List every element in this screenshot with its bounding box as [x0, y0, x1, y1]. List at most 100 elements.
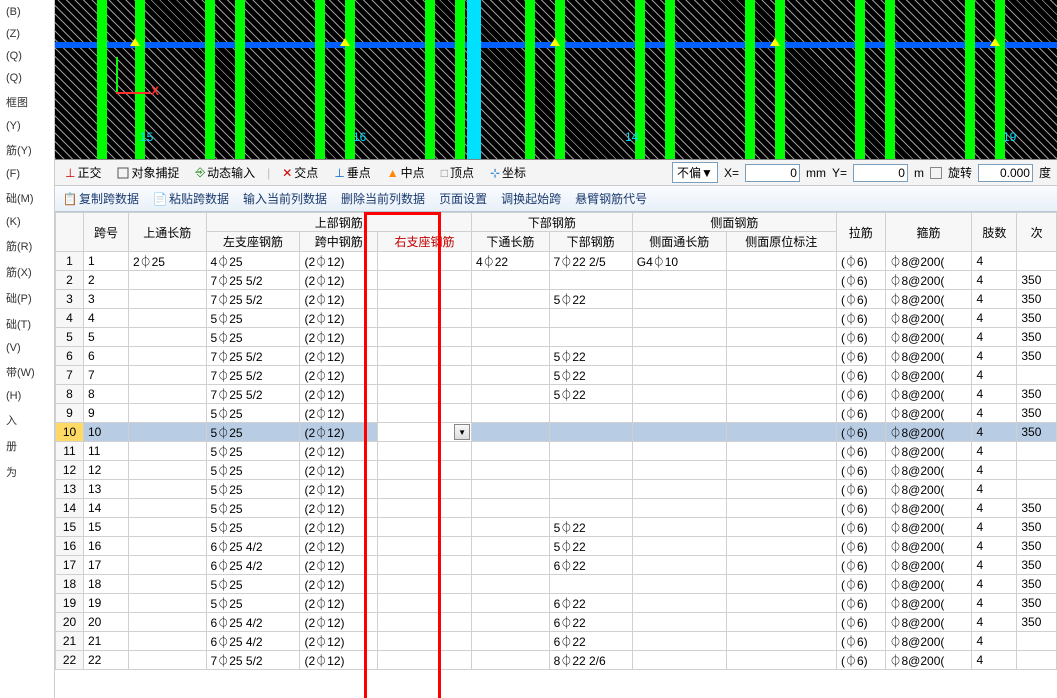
- left-panel-item[interactable]: 框图: [2, 92, 52, 112]
- col-side-thru[interactable]: 侧面通长筋: [632, 232, 726, 252]
- table-cell[interactable]: 4: [972, 480, 1017, 499]
- table-cell[interactable]: 9: [56, 404, 84, 423]
- table-row[interactable]: 16166⏀25 4/2(2⏀12)5⏀22(⏀6)⏀8@200(4350: [56, 537, 1057, 556]
- table-cell[interactable]: 5⏀25: [206, 328, 300, 347]
- table-cell[interactable]: (⏀6): [836, 366, 885, 385]
- table-row[interactable]: 445⏀25(2⏀12)(⏀6)⏀8@200(4350: [56, 309, 1057, 328]
- table-cell[interactable]: 16: [56, 537, 84, 556]
- table-cell[interactable]: [378, 651, 472, 670]
- table-cell[interactable]: 7⏀25 5/2: [206, 385, 300, 404]
- table-cell[interactable]: [128, 290, 206, 309]
- table-cell[interactable]: (2⏀12): [300, 518, 378, 537]
- table-cell[interactable]: 11: [56, 442, 84, 461]
- table-cell[interactable]: [472, 271, 550, 290]
- table-cell[interactable]: [632, 575, 726, 594]
- table-cell[interactable]: [378, 252, 472, 271]
- table-cell[interactable]: 11: [84, 442, 129, 461]
- table-cell[interactable]: (⏀6): [836, 385, 885, 404]
- table-cell[interactable]: ⏀8@200(: [885, 309, 972, 328]
- table-cell[interactable]: 5⏀25: [206, 423, 300, 442]
- table-cell[interactable]: ⏀8@200(: [885, 366, 972, 385]
- left-panel-item[interactable]: 筋(X): [2, 262, 52, 282]
- table-cell[interactable]: [726, 499, 836, 518]
- table-cell[interactable]: 7: [84, 366, 129, 385]
- table-cell[interactable]: ⏀8@200(: [885, 613, 972, 632]
- table-row[interactable]: 14145⏀25(2⏀12)(⏀6)⏀8@200(4350: [56, 499, 1057, 518]
- col-mid-span[interactable]: 跨中钢筋: [300, 232, 378, 252]
- offset-mode[interactable]: 不偏▼: [672, 162, 718, 183]
- left-panel-item[interactable]: 础(M): [2, 188, 52, 208]
- table-cell[interactable]: 7: [56, 366, 84, 385]
- rebar-table-container[interactable]: 跨号 上通长筋 上部钢筋 下部钢筋 侧面钢筋 拉筋 箍筋 肢数 次 左支座钢筋 …: [55, 212, 1057, 698]
- table-cell[interactable]: [632, 461, 726, 480]
- table-cell[interactable]: ⏀8@200(: [885, 423, 972, 442]
- table-row[interactable]: 21216⏀25 4/2(2⏀12)6⏀22(⏀6)⏀8@200(4: [56, 632, 1057, 651]
- left-panel-item[interactable]: (Z): [2, 26, 52, 42]
- table-cell[interactable]: ⏀8@200(: [885, 385, 972, 404]
- table-cell[interactable]: (⏀6): [836, 613, 885, 632]
- vertex-snap[interactable]: □顶点: [437, 162, 478, 183]
- table-cell[interactable]: 5⏀22: [549, 537, 632, 556]
- table-cell[interactable]: 350: [1017, 537, 1057, 556]
- table-cell[interactable]: [549, 499, 632, 518]
- table-cell[interactable]: 6⏀25 4/2: [206, 537, 300, 556]
- table-cell[interactable]: [726, 613, 836, 632]
- table-row[interactable]: 15155⏀25(2⏀12)5⏀22(⏀6)⏀8@200(4350: [56, 518, 1057, 537]
- table-cell[interactable]: ⏀8@200(: [885, 328, 972, 347]
- table-cell[interactable]: [128, 632, 206, 651]
- table-cell[interactable]: (2⏀12): [300, 575, 378, 594]
- intersection-snap[interactable]: ✕交点: [278, 162, 322, 183]
- table-cell[interactable]: [632, 594, 726, 613]
- table-row[interactable]: 13135⏀25(2⏀12)(⏀6)⏀8@200(4: [56, 480, 1057, 499]
- table-cell[interactable]: [378, 385, 472, 404]
- table-cell[interactable]: (2⏀12): [300, 651, 378, 670]
- table-cell[interactable]: [378, 518, 472, 537]
- table-cell[interactable]: [1017, 461, 1057, 480]
- table-cell[interactable]: 8⏀22 2/6: [549, 651, 632, 670]
- table-cell[interactable]: (2⏀12): [300, 499, 378, 518]
- table-cell[interactable]: [632, 518, 726, 537]
- table-cell[interactable]: 4: [972, 290, 1017, 309]
- table-cell[interactable]: 17: [56, 556, 84, 575]
- table-row[interactable]: 11115⏀25(2⏀12)(⏀6)⏀8@200(4: [56, 442, 1057, 461]
- table-cell[interactable]: (2⏀12): [300, 309, 378, 328]
- table-cell[interactable]: 4: [972, 404, 1017, 423]
- table-cell[interactable]: [128, 651, 206, 670]
- table-cell[interactable]: 5: [84, 328, 129, 347]
- table-cell[interactable]: 6⏀25 4/2: [206, 613, 300, 632]
- table-cell[interactable]: ⏀8@200(: [885, 442, 972, 461]
- table-cell[interactable]: 1: [56, 252, 84, 271]
- table-cell[interactable]: [726, 252, 836, 271]
- table-cell[interactable]: 350: [1017, 290, 1057, 309]
- table-cell[interactable]: [472, 518, 550, 537]
- table-cell[interactable]: [128, 309, 206, 328]
- table-cell[interactable]: 5⏀25: [206, 499, 300, 518]
- adjust-span-button[interactable]: 调换起始跨: [501, 190, 561, 207]
- table-cell[interactable]: [472, 366, 550, 385]
- table-cell[interactable]: [378, 575, 472, 594]
- table-cell[interactable]: [726, 651, 836, 670]
- table-cell[interactable]: G4⏀10: [632, 252, 726, 271]
- table-cell[interactable]: 350: [1017, 575, 1057, 594]
- col-span-no[interactable]: 跨号: [84, 213, 129, 252]
- table-cell[interactable]: (⏀6): [836, 499, 885, 518]
- table-cell[interactable]: 15: [84, 518, 129, 537]
- col-tie[interactable]: 拉筋: [836, 213, 885, 252]
- table-cell[interactable]: (2⏀12): [300, 347, 378, 366]
- table-cell[interactable]: ⏀8@200(: [885, 556, 972, 575]
- col-top-thru[interactable]: 上通长筋: [128, 213, 206, 252]
- table-cell[interactable]: ⏀8@200(: [885, 575, 972, 594]
- table-cell[interactable]: 12: [56, 461, 84, 480]
- table-cell[interactable]: (⏀6): [836, 252, 885, 271]
- table-cell[interactable]: (⏀6): [836, 404, 885, 423]
- table-cell[interactable]: [632, 651, 726, 670]
- table-cell[interactable]: [632, 366, 726, 385]
- table-cell[interactable]: [378, 480, 472, 499]
- table-cell[interactable]: 14: [56, 499, 84, 518]
- table-cell[interactable]: [632, 271, 726, 290]
- table-cell[interactable]: [726, 461, 836, 480]
- table-row[interactable]: 227⏀25 5/2(2⏀12)(⏀6)⏀8@200(4350: [56, 271, 1057, 290]
- table-row[interactable]: 555⏀25(2⏀12)(⏀6)⏀8@200(4350: [56, 328, 1057, 347]
- table-cell[interactable]: 5: [56, 328, 84, 347]
- table-cell[interactable]: 350: [1017, 613, 1057, 632]
